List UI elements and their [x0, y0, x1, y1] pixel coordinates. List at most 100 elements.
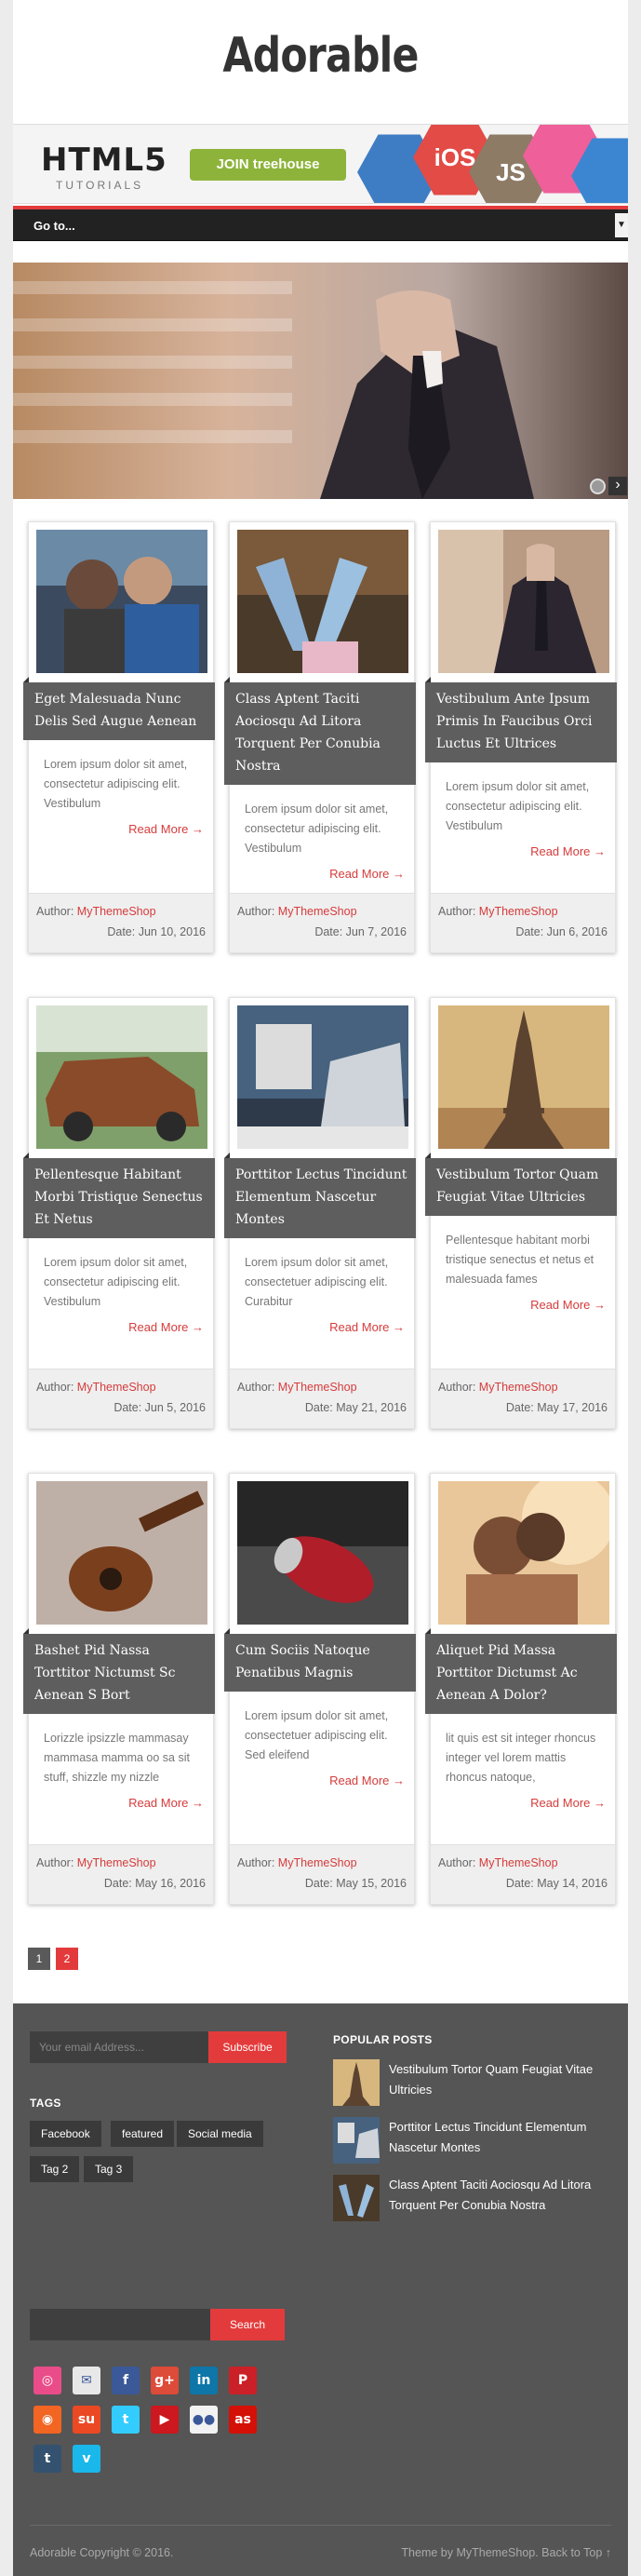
featured-slider[interactable]	[13, 263, 628, 499]
pinterest-icon[interactable]: P	[229, 2367, 257, 2394]
author-link[interactable]: MyThemeShop	[77, 1381, 156, 1394]
popular-post-title[interactable]: Porttitor Lectus Tincidunt Elementum Nas…	[389, 2117, 603, 2158]
stumbleupon-icon[interactable]: su	[73, 2406, 100, 2434]
post-title[interactable]: Vestibulum Tortor Quam Feugiat Vitae Ult…	[425, 1153, 617, 1216]
popular-post-item[interactable]: Class Aptent Taciti Aociosqu Ad Litora T…	[333, 2175, 612, 2236]
lastfm-icon[interactable]: as	[229, 2406, 257, 2434]
post-card: Pellentesque Habitant Morbi Tristique Se…	[23, 997, 215, 1429]
post-title[interactable]: Class Aptent Taciti Aociosqu Ad Litora T…	[224, 677, 416, 785]
author-link[interactable]: MyThemeShop	[77, 1856, 156, 1869]
chevron-down-icon[interactable]: ▼	[615, 213, 628, 237]
ad-banner[interactable]: HTML5 TUTORIALS JOIN treehouse iOS JS	[13, 124, 628, 204]
read-more-link[interactable]: Read More →	[128, 1320, 204, 1334]
post-excerpt: Lorem ipsum dolor sit amet, consectetur …	[446, 780, 590, 832]
search-input[interactable]	[30, 2309, 210, 2340]
post-author: Author: MyThemeShop	[438, 1856, 558, 1869]
post-excerpt: Pellentesque habitant morbi tristique se…	[446, 1234, 594, 1286]
tag-facebook[interactable]: Facebook	[30, 2121, 101, 2147]
author-link[interactable]: MyThemeShop	[479, 905, 558, 918]
pagination-page-2[interactable]: 2	[56, 1948, 78, 1970]
post-card: Eget Malesuada Nunc Delis Sed Augue Aene…	[23, 521, 215, 953]
flickr-icon[interactable]: ●●	[190, 2406, 218, 2434]
author-link[interactable]: MyThemeShop	[479, 1856, 558, 1869]
post-meta: Author: MyThemeShop Date: Jun 10, 2016	[29, 893, 213, 952]
post-thumbnail[interactable]	[36, 1481, 207, 1625]
post-date: Date: May 16, 2016	[103, 1877, 206, 1890]
post-excerpt: Lorem ipsum dolor sit amet, consectetuer…	[245, 1256, 389, 1308]
read-more-link[interactable]: Read More →	[530, 844, 606, 858]
read-more-link[interactable]: Read More →	[329, 867, 405, 881]
theme-credit-link[interactable]: Theme by MyThemeShop. Back to Top ↑	[401, 2546, 611, 2559]
post-date: Date: Jun 6, 2016	[515, 925, 608, 938]
post-thumbnail[interactable]	[438, 1005, 609, 1149]
post-title[interactable]: Vestibulum Ante Ipsum Primis In Faucibus…	[425, 677, 617, 762]
post-title[interactable]: Porttitor Lectus Tincidunt Elementum Nas…	[224, 1153, 416, 1238]
read-more-link[interactable]: Read More →	[128, 822, 204, 836]
post-date: Date: Jun 5, 2016	[114, 1401, 206, 1414]
popular-post-thumbnail[interactable]	[333, 2175, 380, 2221]
read-more-link[interactable]: Read More →	[329, 1774, 405, 1787]
post-thumbnail[interactable]	[36, 1005, 207, 1149]
post-thumbnail[interactable]	[237, 1481, 408, 1625]
post-thumbnail[interactable]	[438, 530, 609, 673]
read-more-link[interactable]: Read More →	[128, 1796, 204, 1810]
post-excerpt: lit quis est sit integer rhoncus integer…	[446, 1732, 596, 1784]
tag-2[interactable]: Tag 2	[30, 2156, 80, 2182]
post-thumbnail[interactable]	[438, 1481, 609, 1625]
popular-post-title[interactable]: Vestibulum Tortor Quam Feugiat Vitae Ult…	[389, 2059, 603, 2100]
post-thumbnail[interactable]	[36, 530, 207, 673]
read-more-link[interactable]: Read More →	[329, 1320, 405, 1334]
popular-post-item[interactable]: Vestibulum Tortor Quam Feugiat Vitae Ult…	[333, 2059, 612, 2110]
banner-join-button[interactable]: JOIN treehouse	[190, 149, 346, 181]
popular-post-thumbnail[interactable]	[333, 2059, 380, 2106]
post-title[interactable]: Eget Malesuada Nunc Delis Sed Augue Aene…	[23, 677, 215, 740]
popular-posts-title: POPULAR POSTS	[333, 2033, 433, 2046]
author-link[interactable]: MyThemeShop	[278, 1381, 357, 1394]
rss-icon[interactable]: ◉	[33, 2406, 61, 2434]
linkedin-icon[interactable]: in	[190, 2367, 218, 2394]
post-title[interactable]: Aliquet Pid Massa Porttitor Dictumst Ac …	[425, 1628, 617, 1714]
twitter-icon[interactable]: t	[112, 2406, 140, 2434]
author-link[interactable]: MyThemeShop	[278, 905, 357, 918]
post-thumbnail[interactable]	[237, 1005, 408, 1149]
popular-post-thumbnail[interactable]	[333, 2117, 380, 2164]
tag-featured[interactable]: featured	[111, 2121, 175, 2147]
banner-subtitle: TUTORIALS	[56, 179, 144, 192]
search-button[interactable]: Search	[210, 2309, 285, 2340]
author-link[interactable]: MyThemeShop	[479, 1381, 558, 1394]
copyright-text: Adorable Copyright © 2016.	[30, 2546, 174, 2559]
google-plus-icon[interactable]: g+	[151, 2367, 179, 2394]
read-more-link[interactable]: Read More →	[530, 1796, 606, 1810]
post-title[interactable]: Bashet Pid Nassa Torttitor Nictumst Sc A…	[23, 1628, 215, 1714]
post-thumbnail[interactable]	[237, 530, 408, 673]
post-card: Aliquet Pid Massa Porttitor Dictumst Ac …	[425, 1473, 617, 1905]
slider-dot[interactable]	[590, 479, 606, 494]
hex-badge-js-label: JS	[496, 157, 526, 186]
vimeo-icon[interactable]: v	[73, 2445, 100, 2473]
subscribe-button[interactable]: Subscribe	[208, 2031, 287, 2063]
facebook-icon[interactable]: f	[112, 2367, 140, 2394]
email-icon[interactable]: ✉	[73, 2367, 100, 2394]
email-field[interactable]: Your email Address...	[30, 2031, 208, 2063]
tag-social-media[interactable]: Social media	[177, 2121, 263, 2147]
dribbble-icon[interactable]: ◎	[33, 2367, 61, 2394]
pagination-page-1[interactable]: 1	[28, 1948, 50, 1970]
post-title[interactable]: Cum Sociis Natoque Penatibus Magnis	[224, 1628, 416, 1692]
youtube-icon[interactable]: ▶	[151, 2406, 179, 2434]
author-link[interactable]: MyThemeShop	[278, 1856, 357, 1869]
author-link[interactable]: MyThemeShop	[77, 905, 156, 918]
post-date: Date: May 14, 2016	[505, 1877, 608, 1890]
popular-post-item[interactable]: Porttitor Lectus Tincidunt Elementum Nas…	[333, 2117, 612, 2167]
site-title[interactable]: Adorable	[68, 28, 572, 84]
tag-3[interactable]: Tag 3	[84, 2156, 134, 2182]
popular-post-title[interactable]: Class Aptent Taciti Aociosqu Ad Litora T…	[389, 2175, 603, 2216]
post-excerpt: Lorizzle ipsizzle mammasay mammasa mamma…	[44, 1732, 190, 1784]
post-meta: Author: MyThemeShop Date: May 17, 2016	[431, 1369, 615, 1428]
tumblr-icon[interactable]: t	[33, 2445, 61, 2473]
post-meta: Author: MyThemeShop Date: Jun 6, 2016	[431, 893, 615, 952]
slider-next-button[interactable]: ›	[608, 477, 627, 495]
read-more-link[interactable]: Read More →	[530, 1298, 606, 1312]
post-title[interactable]: Pellentesque Habitant Morbi Tristique Se…	[23, 1153, 215, 1238]
author-label: Author:	[438, 1381, 479, 1394]
nav-select[interactable]: Go to... ▼	[13, 209, 628, 241]
